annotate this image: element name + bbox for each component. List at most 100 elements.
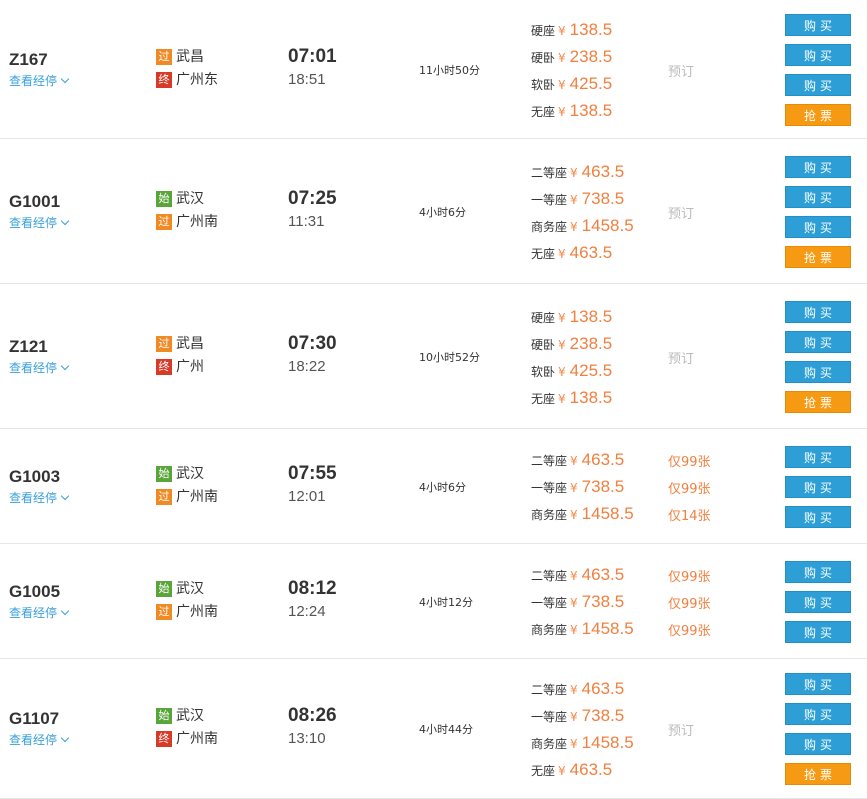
grab-ticket-button[interactable]: 抢票 (785, 104, 851, 126)
currency-symbol: ¥ (570, 508, 578, 522)
buy-button[interactable]: 购买 (785, 186, 851, 208)
buy-button[interactable]: 购买 (785, 561, 851, 583)
station-from-badge: 始 (156, 465, 172, 482)
seat-price: 425.5 (569, 361, 613, 380)
seat-price-row: 一等座 ¥738.5 (531, 185, 624, 212)
station-to-name: 广州 (176, 358, 204, 375)
station-to-badge: 过 (156, 603, 172, 620)
currency-symbol: ¥ (558, 247, 566, 261)
train-number: G1003 (9, 466, 61, 486)
station-from-name: 武汉 (176, 580, 204, 597)
seat-class: 一等座 (531, 193, 568, 207)
view-stops-link[interactable]: 查看经停 (9, 604, 70, 621)
station-to-name: 广州南 (176, 488, 218, 505)
currency-symbol: ¥ (570, 166, 578, 180)
station-to-name: 广州南 (176, 603, 218, 620)
train-number: G1005 (9, 581, 61, 601)
arrive-time: 18:51 (288, 70, 326, 88)
train-number: Z167 (9, 49, 48, 69)
seat-price: 738.5 (581, 592, 625, 611)
buy-button[interactable]: 购买 (785, 14, 851, 36)
buy-button[interactable]: 购买 (785, 74, 851, 96)
view-stops-link[interactable]: 查看经停 (9, 214, 70, 231)
seat-price-row: 商务座 ¥1458.5 (531, 212, 634, 239)
buy-button[interactable]: 购买 (785, 476, 851, 498)
station-from-name: 武汉 (176, 708, 204, 724)
seat-price: 463.5 (569, 760, 613, 779)
buy-button[interactable]: 购买 (785, 301, 851, 323)
station-to-badge: 终 (156, 731, 172, 747)
grab-ticket-button[interactable]: 抢票 (785, 246, 851, 268)
view-stops-link[interactable]: 查看经停 (9, 72, 70, 89)
currency-symbol: ¥ (570, 710, 578, 724)
train-row: G1107 查看经停始武汉终广州南 08:26 13:10 4小时44分 二等座 ¥463.… (0, 659, 867, 799)
station-from: 始武汉 (156, 580, 204, 598)
view-stops-label: 查看经停 (9, 605, 58, 620)
ticket-stock: 仅99张 (668, 482, 711, 497)
buy-button[interactable]: 购买 (785, 331, 851, 353)
seat-price-row: 二等座 ¥463.5 (531, 158, 624, 185)
seat-class: 二等座 (531, 683, 568, 697)
view-stops-link[interactable]: 查看经停 (9, 359, 70, 376)
seat-price-row: 无座 ¥138.5 (531, 384, 612, 411)
seat-price: 138.5 (569, 20, 613, 39)
buy-button[interactable]: 购买 (785, 673, 851, 695)
seat-price: 738.5 (581, 706, 625, 725)
chevron-down-icon (60, 216, 70, 225)
grab-ticket-button[interactable]: 抢票 (785, 391, 851, 413)
seat-price: 1458.5 (581, 619, 634, 638)
station-to-badge: 过 (156, 488, 172, 505)
buy-button[interactable]: 购买 (785, 591, 851, 613)
ticket-stock: 仅14张 (668, 509, 711, 524)
buy-button[interactable]: 购买 (785, 44, 851, 66)
chevron-down-icon (60, 606, 70, 615)
station-to-badge: 过 (156, 213, 172, 230)
station-from: 过武昌 (156, 335, 204, 353)
seat-price: 463.5 (581, 565, 625, 584)
buy-button[interactable]: 购买 (785, 703, 851, 725)
seat-class: 无座 (531, 764, 556, 778)
buy-button[interactable]: 购买 (785, 446, 851, 468)
station-to: 终广州南 (156, 730, 218, 748)
buy-button[interactable]: 购买 (785, 156, 851, 178)
currency-symbol: ¥ (558, 338, 566, 352)
buy-button[interactable]: 购买 (785, 733, 851, 755)
seat-price: 463.5 (581, 450, 625, 469)
duration: 11小时50分 (419, 63, 480, 77)
chevron-down-icon (60, 733, 70, 743)
currency-symbol: ¥ (570, 569, 578, 583)
seat-price-row: 硬座 ¥138.5 (531, 303, 612, 330)
view-stops-label: 查看经停 (9, 215, 58, 230)
buy-button[interactable]: 购买 (785, 361, 851, 383)
seat-price: 1458.5 (581, 504, 634, 523)
book-label: 预订 (668, 64, 695, 80)
seat-price-row: 二等座 ¥463.5 (531, 561, 624, 588)
buy-button[interactable]: 购买 (785, 216, 851, 238)
seat-price-row: 软卧 ¥425.5 (531, 357, 612, 384)
station-to-name: 广州南 (176, 213, 218, 230)
seat-class: 商务座 (531, 623, 568, 637)
seat-class: 软卧 (531, 365, 556, 379)
seat-class: 商务座 (531, 737, 568, 751)
station-to: 过广州南 (156, 488, 218, 506)
seat-class: 二等座 (531, 454, 568, 468)
train-row: G1001 查看经停始武汉过广州南 07:25 11:31 4小时6分 二等座 ¥463.5… (0, 139, 867, 284)
seat-price-row: 无座 ¥463.5 (531, 756, 612, 783)
currency-symbol: ¥ (558, 24, 566, 38)
seat-price-row: 硬卧 ¥238.5 (531, 43, 612, 70)
station-to-badge: 终 (156, 71, 172, 88)
currency-symbol: ¥ (558, 311, 566, 325)
buy-button[interactable]: 购买 (785, 621, 851, 643)
arrive-time: 12:01 (288, 487, 326, 505)
seat-price-row: 商务座 ¥1458.5 (531, 500, 634, 527)
train-list: Z167 查看经停过武昌终广州东 07:01 18:51 11小时50分 硬座 ¥138.5… (0, 0, 867, 799)
buy-button[interactable]: 购买 (785, 506, 851, 528)
view-stops-link[interactable]: 查看经停 (9, 731, 70, 748)
view-stops-label: 查看经停 (9, 490, 58, 505)
seat-class: 商务座 (531, 220, 568, 234)
seat-price-row: 软卧 ¥425.5 (531, 70, 612, 97)
view-stops-link[interactable]: 查看经停 (9, 489, 70, 506)
train-row: Z121 查看经停过武昌终广州 07:30 18:22 10小时52分 硬座 ¥138.5 硬… (0, 284, 867, 429)
view-stops-label: 查看经停 (9, 73, 58, 88)
grab-ticket-button[interactable]: 抢票 (785, 763, 851, 785)
